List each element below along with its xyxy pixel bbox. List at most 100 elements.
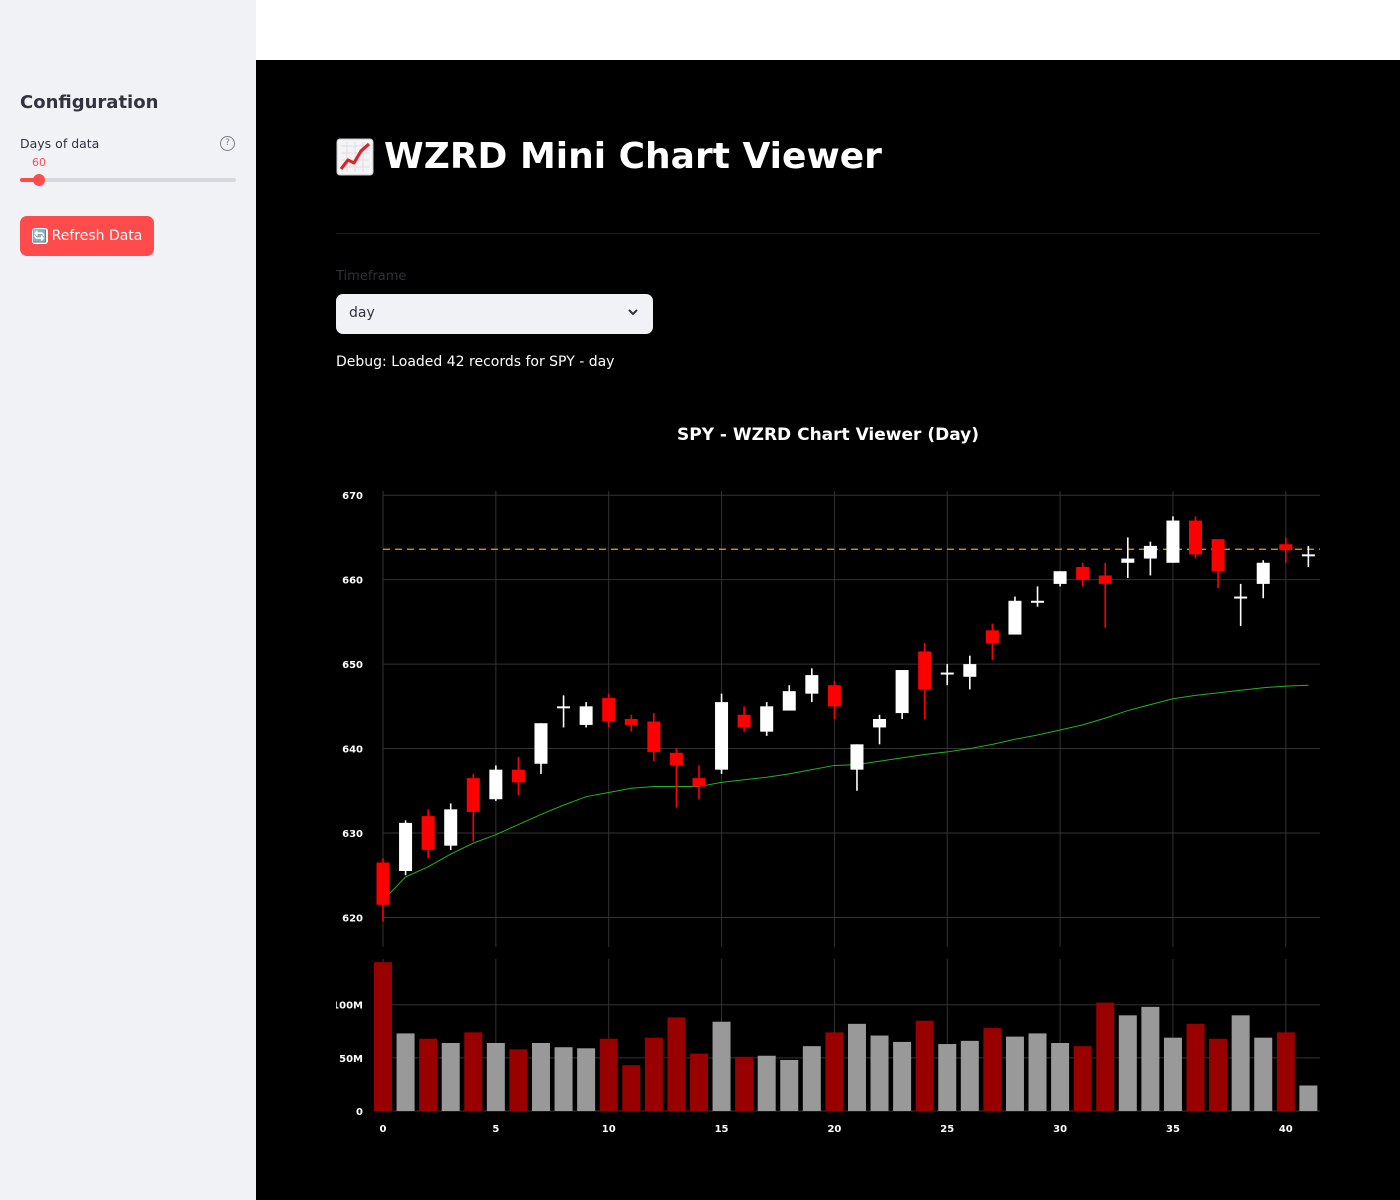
volume-bar: [396, 1033, 415, 1111]
candle-body: [669, 752, 683, 766]
volume-bar: [712, 1021, 731, 1111]
price-tick-label: 630: [342, 829, 363, 840]
volume-bar: [735, 1056, 754, 1111]
page-title-text: WZRD Mini Chart Viewer: [384, 136, 882, 177]
candle-body: [1189, 520, 1203, 555]
refresh-data-button[interactable]: 🔄 Refresh Data: [20, 216, 154, 256]
volume-bar: [1051, 1042, 1070, 1111]
timeframe-label: Timeframe: [336, 269, 407, 284]
volume-bar: [577, 1048, 596, 1111]
debug-message: Debug: Loaded 42 records for SPY - day: [336, 354, 615, 370]
x-tick-label: 15: [715, 1124, 729, 1135]
volume-tick-label: 50M: [339, 1054, 363, 1065]
timeframe-select[interactable]: day: [336, 294, 653, 334]
candle-body: [489, 769, 503, 800]
candle-body: [1166, 520, 1180, 563]
candle-body: [1143, 545, 1157, 559]
days-slider-label: Days of data: [20, 136, 100, 151]
price-chart[interactable]: SPY - WZRD Chart Viewer (Day) 0 5 10 15 20 25 3…: [336, 410, 1336, 1150]
candle-body: [421, 816, 435, 850]
candle-body: [737, 714, 751, 728]
chart-title: SPY - WZRD Chart Viewer (Day): [677, 425, 979, 445]
candle-body: [715, 702, 729, 770]
main-content: WZRD Mini Chart Viewer Timeframe day Deb…: [256, 60, 1400, 1200]
x-tick-label: 20: [827, 1124, 841, 1135]
top-header-bar: [256, 0, 1400, 60]
sidebar-title: Configuration: [20, 92, 159, 113]
price-tick-label: 640: [342, 745, 363, 756]
volume-bar: [441, 1042, 460, 1111]
x-tick-label: 40: [1279, 1124, 1293, 1135]
candle-body: [873, 719, 887, 728]
candle-body: [1053, 571, 1067, 584]
volume-bar: [1276, 1032, 1295, 1111]
sidebar: Configuration Days of data ? 60 🔄 Refres…: [0, 0, 256, 1200]
days-slider-value: 60: [32, 156, 46, 169]
candle-body: [466, 778, 480, 812]
candle-body: [918, 651, 932, 690]
volume-bar: [464, 1032, 483, 1111]
days-slider-handle[interactable]: [33, 174, 46, 186]
volume-bar: [1028, 1033, 1047, 1111]
volume-tick-label: 0: [356, 1107, 363, 1118]
volume-bar: [1254, 1037, 1273, 1111]
volume-bar: [847, 1023, 866, 1111]
refresh-icon: 🔄: [31, 228, 48, 244]
candle-body: [1098, 575, 1112, 584]
volume-bar: [509, 1049, 528, 1111]
candle-body: [940, 672, 954, 675]
candle-body: [376, 862, 390, 905]
candle-body: [511, 769, 525, 783]
x-tick-label: 30: [1053, 1124, 1067, 1135]
price-tick-label: 660: [342, 576, 363, 587]
volume-bar: [802, 1046, 821, 1111]
volume-bar: [915, 1020, 934, 1111]
candle-body: [963, 664, 977, 677]
days-slider[interactable]: [20, 174, 236, 186]
candle-body: [602, 697, 616, 722]
candle-body: [399, 822, 413, 871]
candle-body: [557, 706, 571, 709]
volume-bar: [757, 1055, 776, 1111]
refresh-data-label: Refresh Data: [51, 228, 143, 244]
moving-average-line: [382, 684, 1309, 901]
x-tick-label: 25: [940, 1124, 954, 1135]
candle-body: [805, 675, 819, 694]
volume-bar: [374, 962, 392, 1111]
volume-bar: [1209, 1038, 1228, 1111]
volume-bar: [1096, 1002, 1115, 1111]
candle-body: [782, 691, 796, 711]
title-divider: [336, 233, 1320, 234]
chevron-down-icon: [628, 309, 638, 316]
volume-bar: [893, 1041, 912, 1111]
volume-bar: [689, 1053, 708, 1111]
help-icon[interactable]: ?: [220, 136, 235, 151]
page-title: WZRD Mini Chart Viewer: [336, 136, 882, 177]
candle-body: [444, 809, 458, 846]
candle-body: [692, 778, 706, 787]
candle-body: [534, 723, 548, 764]
x-tick-label: 35: [1166, 1124, 1180, 1135]
volume-bar: [983, 1028, 1002, 1111]
candle-body: [1256, 562, 1270, 584]
volume-bar: [644, 1037, 663, 1111]
price-tick-label: 650: [342, 660, 363, 671]
candle-body: [1279, 544, 1293, 551]
volume-bar: [1231, 1015, 1250, 1111]
candle-body: [1211, 539, 1225, 572]
volume-bar: [960, 1040, 979, 1111]
candle-body: [760, 706, 774, 732]
price-tick-label: 620: [342, 913, 363, 924]
volume-bar: [1186, 1023, 1205, 1111]
candle-body: [895, 670, 909, 714]
volume-bar: [1073, 1046, 1092, 1111]
candle-body: [827, 685, 841, 707]
candle-body: [985, 630, 999, 643]
volume-bar: [938, 1044, 957, 1111]
candle-body: [1301, 554, 1315, 557]
candle-body: [1031, 600, 1045, 603]
volume-bar: [870, 1035, 889, 1111]
candle-body: [1121, 558, 1135, 563]
volume-bar: [554, 1047, 573, 1111]
candle-body: [624, 719, 638, 725]
